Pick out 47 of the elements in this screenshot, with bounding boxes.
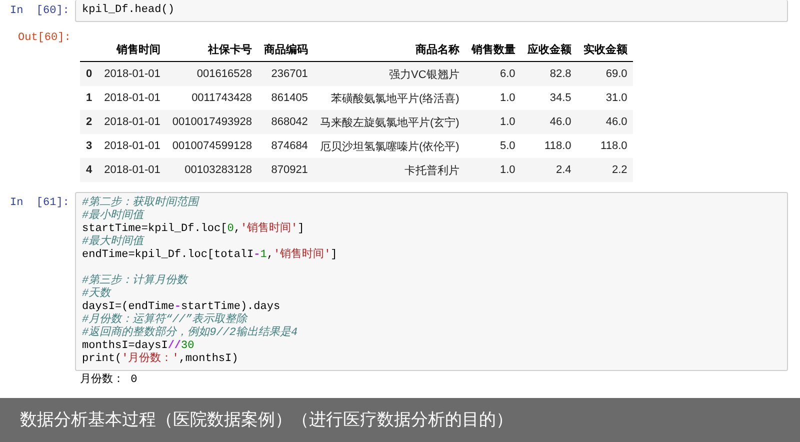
table-cell: 2018-01-01 xyxy=(98,158,166,182)
table-cell: 870921 xyxy=(258,158,314,182)
table-cell: 厄贝沙坦氢氯噻嗪片(依伦平) xyxy=(314,134,466,158)
table-cell: 001616528 xyxy=(166,62,258,86)
table-cell: 苯磺酸氨氯地平片(络活喜) xyxy=(314,86,466,110)
table-cell: 2018-01-01 xyxy=(98,110,166,134)
table-cell: 2.4 xyxy=(521,158,578,182)
table-cell: 1.0 xyxy=(465,110,522,134)
table-cell: 3 xyxy=(80,134,98,158)
table-cell: 868042 xyxy=(258,110,314,134)
table-cell: 861405 xyxy=(258,86,314,110)
cell-output: 月份数： 0 xyxy=(79,372,138,387)
table-cell: 2018-01-01 xyxy=(98,86,166,110)
table-cell: 2.2 xyxy=(577,158,634,182)
table-cell: 874684 xyxy=(258,134,314,158)
output-prompt: Out[60]: xyxy=(17,31,72,46)
table-cell: 236701 xyxy=(258,62,314,86)
table-cell: 0 xyxy=(80,62,98,86)
table-cell: 118.0 xyxy=(577,134,634,158)
table-cell: 6.0 xyxy=(465,62,522,86)
table-cell: 31.0 xyxy=(577,86,634,110)
table-cell: 2018-01-01 xyxy=(98,134,166,158)
table-cell: 0010074599128 xyxy=(166,134,258,158)
table-cell: 1.0 xyxy=(465,158,522,182)
caption-text: 数据分析基本过程（医院数据案例）（进行医疗数据分析的目的） xyxy=(20,409,513,431)
table-cell: 69.0 xyxy=(577,62,634,86)
table-cell: 34.5 xyxy=(521,86,578,110)
table-cell: 4 xyxy=(80,158,98,182)
table-cell: 118.0 xyxy=(521,134,578,158)
table-cell: 46.0 xyxy=(521,110,578,134)
table-cell: 5.0 xyxy=(465,134,522,158)
table-cell: 0011743428 xyxy=(166,86,258,110)
table-cell: 00103283128 xyxy=(166,158,258,182)
table-cell: 2 xyxy=(80,110,98,134)
table-cell: 1.0 xyxy=(465,86,522,110)
table-cell: 强力VC银翘片 xyxy=(314,62,466,86)
table-cell: 1 xyxy=(80,86,98,110)
table-cell: 卡托普利片 xyxy=(314,158,466,182)
code-input[interactable]: #第二步：获取时间范围 #最小时间值 startTime=kpil_Df.loc[0,'销售时间'] #最大时间值 endTime=kpil_Df.loc[totalI-1,'销售时间'] #第三步：计算月份数 #天数 daysI=(endTime-startTime).days #月份数：运算符“//”表示取整除 #返回商的整数部分，例如9//2输出结果是4 monthsI=daysI//30 print('月份数：',monthsI) xyxy=(75,192,788,371)
table-cell: 马来酸左旋氨氯地平片(玄宁) xyxy=(314,110,466,134)
input-prompt: In [60]: xyxy=(9,4,70,17)
table-cell: 0010017493928 xyxy=(166,110,258,134)
input-prompt: In [61]: xyxy=(9,196,70,209)
table-cell: 82.8 xyxy=(521,62,578,86)
code-input[interactable]: kpil_Df.head() xyxy=(75,0,788,22)
table-cell: 2018-01-01 xyxy=(98,62,166,86)
table-cell: 46.0 xyxy=(577,110,634,134)
